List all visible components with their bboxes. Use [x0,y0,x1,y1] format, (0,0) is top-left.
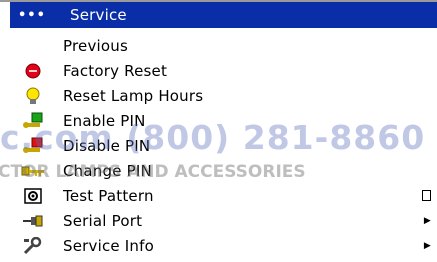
wrench-icon [20,236,46,256]
menu-item-label: Reset Lamp Hours [63,86,204,105]
menu-item-reset-lamp-hours[interactable]: Reset Lamp Hours [10,83,437,108]
menu-item-previous[interactable]: Previous [10,33,437,58]
submenu-arrow-icon: ▶ [423,215,431,226]
menu-item-label: Serial Port [63,211,143,230]
plug-icon [20,211,46,231]
menu-item-service-info[interactable]: Service Info ▶ [10,233,437,258]
test-pattern-checkbox[interactable] [422,190,431,201]
test-pattern-icon [20,186,46,206]
menu-item-factory-reset[interactable]: Factory Reset [10,58,437,83]
service-menu: ••• Service Previous Factory Reset Reset… [0,0,437,262]
menu-item-label: Previous [63,36,128,55]
menu-item-label: Service Info [63,236,154,255]
submenu-arrow-icon: ▶ [423,240,431,251]
lamp-icon [20,86,46,106]
watermark-tagline: CTOR LAMPS AND ACCESSORIES [0,162,306,182]
watermark-phone: c.com (800) 281-8860 [0,118,426,157]
menu-header-service[interactable]: ••• Service [10,2,437,28]
menu-dots-icon: ••• [18,7,46,23]
menu-header-label: Service [70,6,127,24]
menu-item-label: Test Pattern [63,186,154,205]
menu-item-test-pattern[interactable]: Test Pattern [10,183,437,208]
menu-item-serial-port[interactable]: Serial Port ▶ [10,208,437,233]
menu-item-label: Factory Reset [63,61,168,80]
red-dot-icon [20,61,46,81]
